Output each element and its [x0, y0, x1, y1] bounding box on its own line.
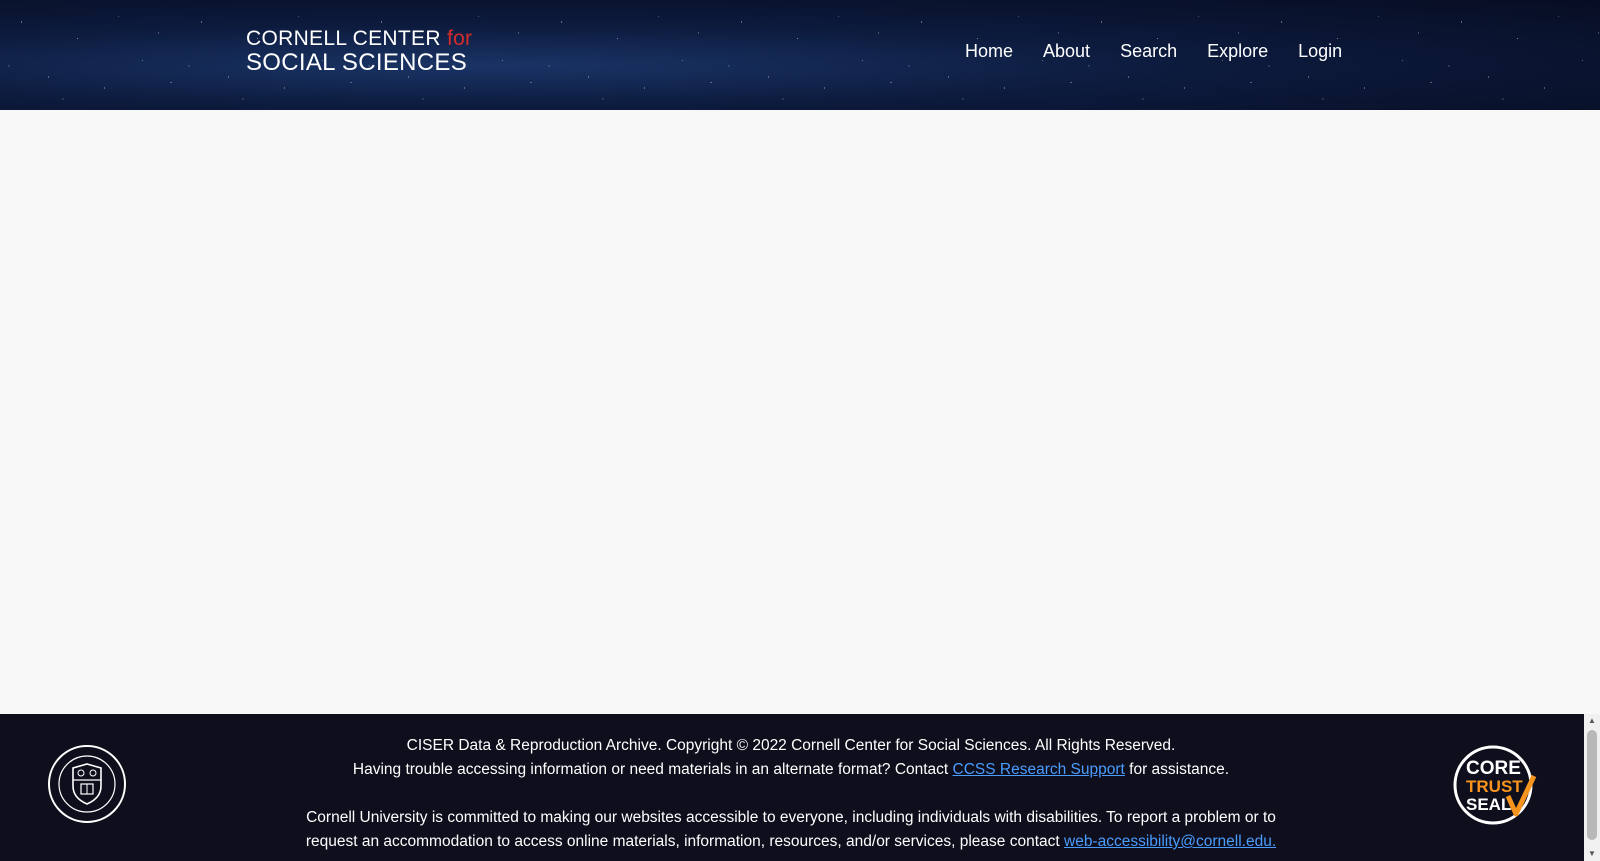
footer-accessibility-help: Having trouble accessing information or … — [290, 758, 1292, 782]
header-background — [0, 0, 1600, 110]
footer-copyright: CISER Data & Reproduction Archive. Copyr… — [406, 737, 1176, 754]
scroll-down-icon[interactable]: ▼ — [1584, 847, 1600, 861]
core-seal-word-seal: SEAL — [1466, 795, 1511, 814]
core-seal-word-core: CORE — [1466, 758, 1521, 779]
web-accessibility-email-link[interactable]: web-accessibility@cornell.edu. — [1064, 833, 1276, 850]
nav-explore[interactable]: Explore — [1192, 40, 1283, 62]
nav-search[interactable]: Search — [1105, 40, 1192, 62]
help-text-post: for assistance. — [1124, 761, 1230, 778]
footer-accessibility-statement: Cornell University is committed to makin… — [290, 806, 1292, 854]
logo-text-for: for — [446, 27, 473, 50]
nav-login[interactable]: Login — [1283, 40, 1357, 62]
help-text-pre: Having trouble accessing information or … — [352, 761, 953, 778]
logo-line-2: SOCIAL SCIENCES — [246, 49, 468, 77]
core-seal-word-trust: TRUST — [1466, 777, 1523, 796]
main-nav: Home About Search Explore Login — [950, 40, 1357, 62]
site-footer: CISER Data & Reproduction Archive. Copyr… — [0, 714, 1584, 861]
site-header: CORNELL CENTER for SOCIAL SCIENCES Home … — [0, 0, 1600, 110]
nav-about[interactable]: About — [1028, 40, 1105, 62]
cornell-seal-icon[interactable] — [47, 744, 127, 824]
logo-line-1: CORNELL CENTER for — [246, 27, 473, 50]
scroll-up-icon[interactable]: ▲ — [1584, 714, 1600, 728]
ccss-support-link[interactable]: CCSS Research Support — [953, 761, 1125, 778]
core-trust-seal-icon[interactable]: CORE TRUST SEAL — [1452, 744, 1538, 826]
logo-text-cornell-center: CORNELL CENTER — [246, 27, 447, 50]
site-logo[interactable]: CORNELL CENTER for SOCIAL SCIENCES — [246, 27, 473, 77]
page-scrollbar[interactable]: ▲ ▼ — [1584, 714, 1600, 861]
scrollbar-thumb[interactable] — [1587, 730, 1597, 840]
main-content — [0, 110, 1584, 714]
nav-home[interactable]: Home — [950, 40, 1028, 62]
